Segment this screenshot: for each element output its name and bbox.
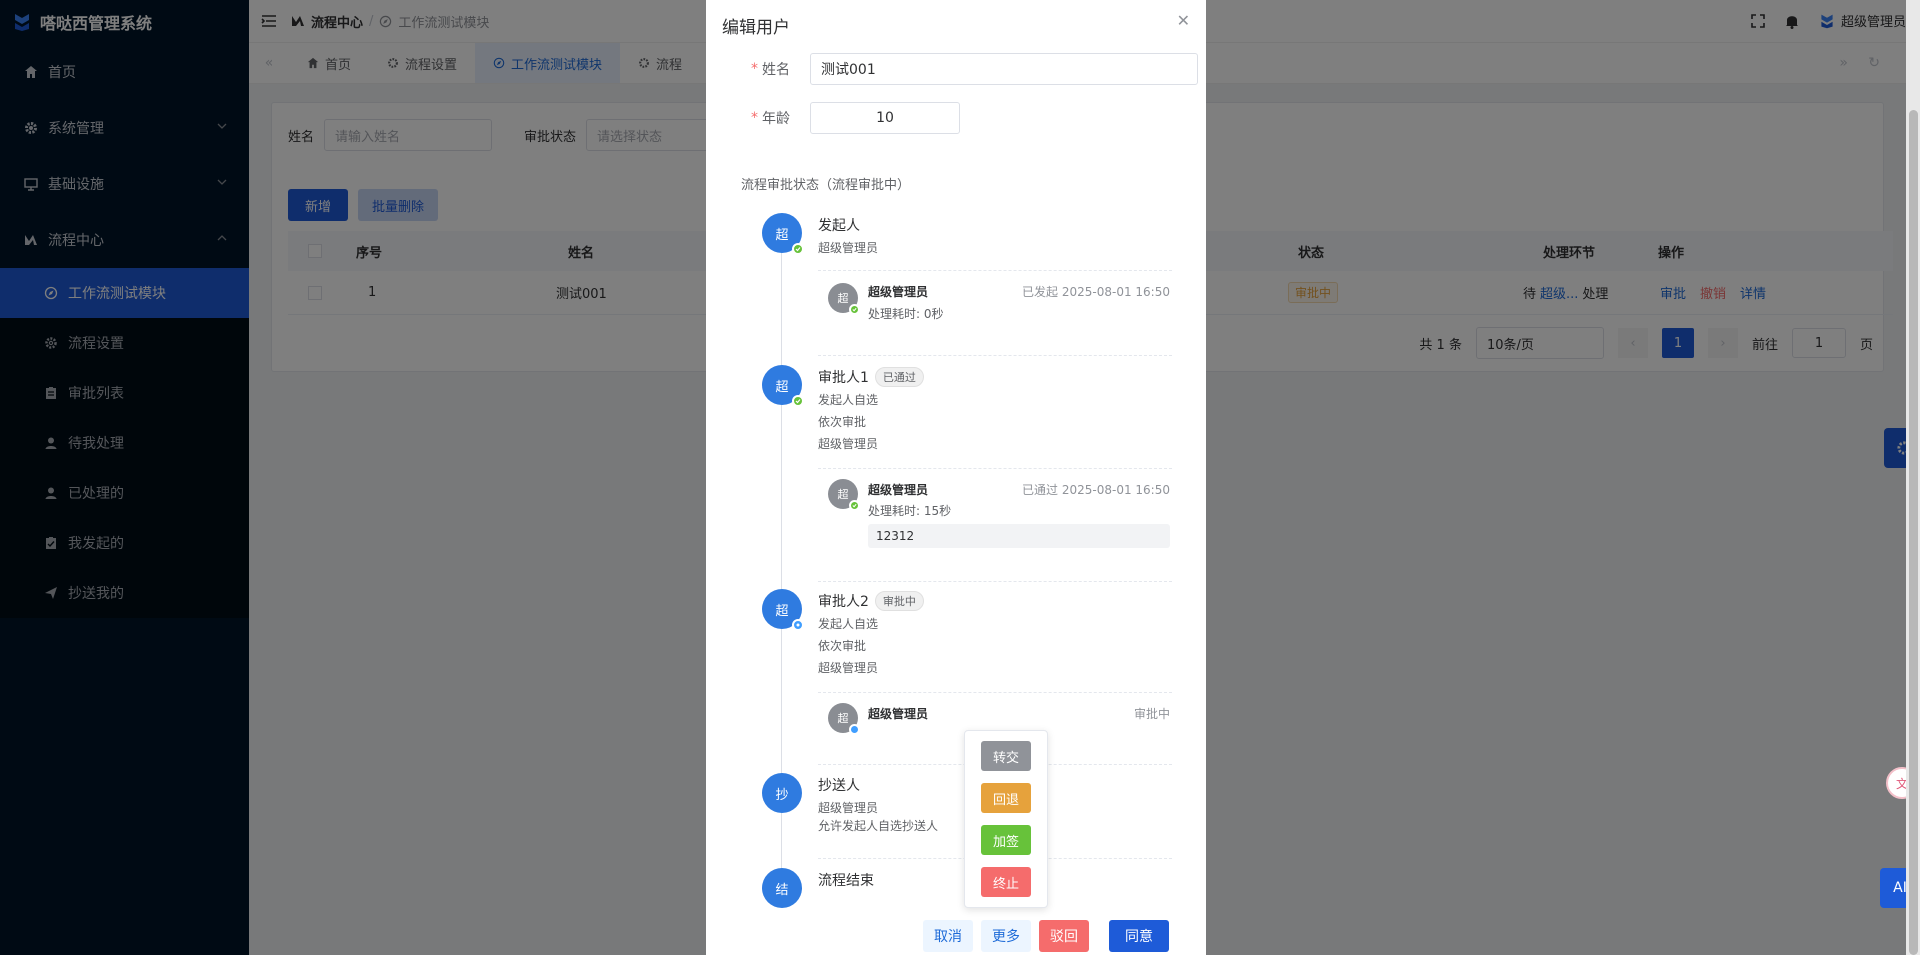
name-label: 姓名 — [762, 62, 790, 78]
node-title: 审批人1 已通过 — [818, 367, 924, 387]
node-title-text: 流程结束 — [818, 873, 874, 889]
avatar-text: 超 — [837, 292, 849, 305]
pending-badge-icon — [792, 619, 804, 631]
pending-badge-icon — [849, 724, 860, 735]
avatar-text: 超 — [775, 603, 789, 619]
avatar: 抄 — [762, 773, 802, 813]
node-line: 依次审批 — [818, 415, 867, 429]
record-status: 审批中 — [1133, 707, 1170, 721]
record-status: 已发起 2025-08-01 16:50 — [1022, 285, 1170, 299]
page-scrollbar[interactable] — [1906, 0, 1920, 955]
record-name: 超级管理员 — [868, 285, 929, 299]
status-tag: 审批中 — [874, 591, 924, 611]
record-card: 超 超级管理员 已发起 2025-08-01 16:50 处理耗时: 0秒 — [818, 270, 1172, 356]
check-badge-icon — [849, 500, 860, 511]
add-signer-button[interactable]: 加签 — [981, 825, 1031, 855]
check-badge-icon — [792, 243, 804, 255]
node-line: 依次审批 — [818, 639, 867, 653]
node-line: 发起人自选 — [818, 617, 879, 631]
cancel-button[interactable]: 取消 — [923, 920, 973, 952]
avatar: 超 — [828, 283, 860, 315]
node-title-text: 发起人 — [818, 218, 860, 234]
node-line: 允许发起人自选抄送人 — [818, 819, 939, 833]
reject-button[interactable]: 驳回 — [1039, 920, 1089, 952]
node-title: 发起人 — [818, 215, 860, 235]
edit-user-dialog: 编辑用户 ✕ * 姓名 测试001 * 年龄 10 流程审批状态（流程审批中） … — [706, 0, 1206, 955]
name-input-value: 测试001 — [821, 62, 876, 78]
avatar-text: 超 — [837, 488, 849, 501]
avatar: 超 — [762, 365, 804, 407]
transfer-button[interactable]: 转交 — [981, 741, 1031, 771]
ai-label: AI — [1893, 880, 1907, 896]
required-mark: * — [751, 61, 758, 77]
avatar: 超 — [762, 213, 804, 255]
node-line: 超级管理员 — [818, 437, 879, 451]
rollback-button[interactable]: 回退 — [981, 783, 1031, 813]
age-form-row: * 年龄 10 — [751, 102, 960, 134]
check-badge-icon — [792, 395, 804, 407]
node-title-text: 审批人2 — [818, 594, 869, 610]
age-input-value: 10 — [876, 110, 894, 126]
age-label: 年龄 — [762, 111, 790, 127]
more-actions-popover: 转交 回退 加签 终止 — [964, 730, 1048, 908]
node-line: 超级管理员 — [818, 241, 879, 255]
agree-button[interactable]: 同意 — [1109, 920, 1169, 952]
record-name: 超级管理员 — [868, 483, 929, 497]
avatar-text: 结 — [775, 882, 789, 898]
record-status: 已通过 2025-08-01 16:50 — [1022, 483, 1170, 497]
node-line: 发起人自选 — [818, 393, 879, 407]
close-icon[interactable]: ✕ — [1177, 11, 1190, 30]
avatar-text: 超 — [837, 712, 849, 725]
scrollbar-thumb[interactable] — [1909, 110, 1918, 955]
avatar-text: 超 — [775, 227, 789, 243]
age-input[interactable]: 10 — [810, 102, 960, 134]
node-title-text: 审批人1 — [818, 370, 869, 386]
approval-section-title: 流程审批状态（流程审批中） — [741, 178, 911, 193]
node-title: 流程结束 — [818, 870, 874, 890]
avatar-text: 超 — [775, 379, 789, 395]
node-title-text: 抄送人 — [818, 778, 860, 794]
record-duration: 处理耗时: 0秒 — [868, 307, 944, 321]
node-title: 审批人2 审批中 — [818, 591, 924, 611]
node-line: 超级管理员 — [818, 801, 879, 815]
status-tag: 已通过 — [874, 367, 924, 387]
avatar: 超 — [828, 479, 860, 511]
record-card: 超 超级管理员 已通过 2025-08-01 16:50 处理耗时: 15秒 1… — [818, 468, 1172, 582]
terminate-button[interactable]: 终止 — [981, 867, 1031, 897]
avatar: 结 — [762, 868, 802, 908]
avatar-text: 抄 — [775, 787, 789, 803]
avatar: 超 — [828, 703, 860, 735]
avatar: 超 — [762, 589, 804, 631]
name-input[interactable]: 测试001 — [810, 53, 1198, 85]
more-button[interactable]: 更多 — [981, 920, 1031, 952]
required-mark: * — [751, 110, 758, 126]
dialog-title: 编辑用户 — [722, 18, 790, 38]
record-name: 超级管理员 — [868, 707, 929, 721]
check-badge-icon — [849, 304, 860, 315]
record-duration: 处理耗时: 15秒 — [868, 504, 952, 518]
node-title: 抄送人 — [818, 775, 860, 795]
record-comment: 12312 — [868, 524, 1170, 548]
name-form-row: * 姓名 测试001 — [751, 53, 1198, 85]
node-line: 超级管理员 — [818, 661, 879, 675]
